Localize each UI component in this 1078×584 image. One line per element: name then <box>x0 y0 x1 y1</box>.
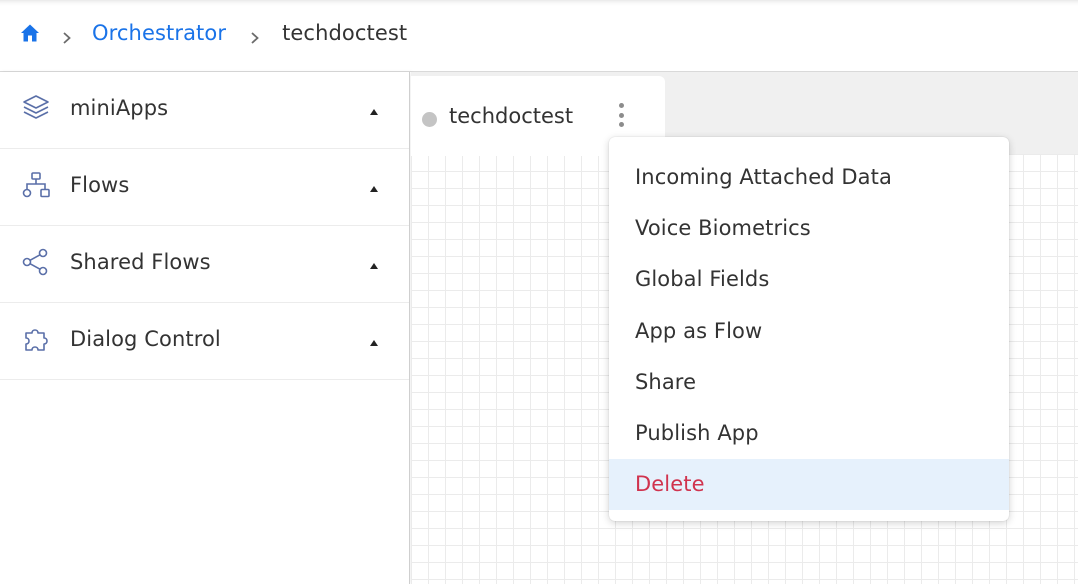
home-icon[interactable] <box>20 23 40 43</box>
layers-icon <box>22 94 50 122</box>
sidebar-item-label: miniApps <box>70 96 169 120</box>
sidebar-item-label: Dialog Control <box>70 327 221 351</box>
sidebar-item-dialog-control[interactable]: Dialog Control <box>0 303 409 380</box>
app-context-menu: Incoming Attached Data Voice Biometrics … <box>609 137 1009 521</box>
puzzle-icon <box>22 325 50 353</box>
chevron-right-icon <box>60 26 74 44</box>
sidebar-item-flows[interactable]: Flows <box>0 149 409 226</box>
status-dot-icon <box>422 112 437 127</box>
menu-item-share[interactable]: Share <box>609 356 1009 407</box>
sidebar-item-miniapps[interactable]: miniApps <box>0 72 409 149</box>
sidebar-item-label: Shared Flows <box>70 250 211 274</box>
breadcrumb-current: techdoctest <box>282 21 408 45</box>
caret-up-icon[interactable] <box>368 102 380 115</box>
sidebar-item-label: Flows <box>70 173 130 197</box>
menu-item-app-as-flow[interactable]: App as Flow <box>609 305 1009 356</box>
menu-item-delete[interactable]: Delete <box>609 458 1009 511</box>
breadcrumb: Orchestrator techdoctest <box>20 19 407 47</box>
caret-up-icon[interactable] <box>368 256 380 269</box>
menu-item-publish-app[interactable]: Publish App <box>609 407 1009 458</box>
top-bar: Orchestrator techdoctest <box>0 0 1078 72</box>
chevron-right-icon <box>248 26 262 44</box>
more-vertical-icon[interactable] <box>610 100 632 130</box>
sidebar-item-shared-flows[interactable]: Shared Flows <box>0 226 409 303</box>
flow-tree-icon <box>22 171 50 199</box>
menu-item-voice-biometrics[interactable]: Voice Biometrics <box>609 202 1009 253</box>
sidebar: miniApps Flows Shared Flows Dialog Contr… <box>0 72 410 584</box>
menu-item-global-fields[interactable]: Global Fields <box>609 254 1009 305</box>
caret-up-icon[interactable] <box>368 179 380 192</box>
share-icon <box>22 248 50 276</box>
menu-item-incoming-attached-data[interactable]: Incoming Attached Data <box>609 151 1009 202</box>
caret-up-icon[interactable] <box>368 333 380 346</box>
app-tab-label: techdoctest <box>449 104 574 128</box>
breadcrumb-orchestrator-link[interactable]: Orchestrator <box>92 21 226 45</box>
